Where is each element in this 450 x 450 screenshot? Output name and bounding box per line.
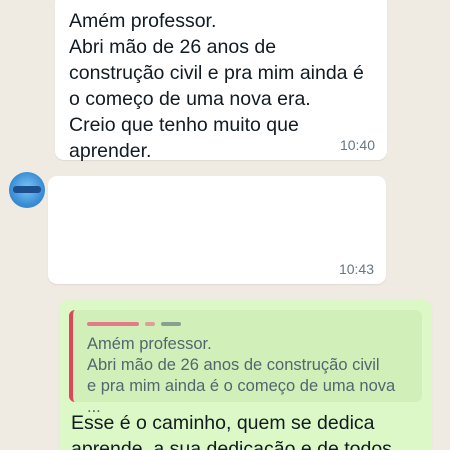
- redacted-name-part: [145, 322, 155, 326]
- redacted-name-part: [161, 322, 181, 326]
- chat-conversation: Amém professor. Abri mão de 26 anos de c…: [0, 0, 450, 450]
- message-text: Amém professor. Abri mão de 26 anos de c…: [69, 10, 364, 162]
- quoted-message[interactable]: Amém professor. Abri mão de 26 anos de c…: [69, 310, 422, 416]
- quoted-author-redacted: [87, 316, 412, 332]
- incoming-message-bubble[interactable]: Amém professor. Abri mão de 26 anos de c…: [55, 0, 387, 162]
- sender-avatar[interactable]: [9, 172, 45, 208]
- message-time: 10:43: [338, 261, 374, 277]
- redacted-name: [87, 322, 139, 326]
- incoming-message-bubble-empty[interactable]: 10:43: [48, 176, 386, 284]
- message-time: 10:40: [339, 137, 375, 153]
- outgoing-reply-bubble[interactable]: Amém professor. Abri mão de 26 anos de c…: [59, 300, 432, 450]
- quoted-text: Amém professor. Abri mão de 26 anos de c…: [87, 335, 396, 416]
- avatar-logo-icon: [13, 186, 41, 193]
